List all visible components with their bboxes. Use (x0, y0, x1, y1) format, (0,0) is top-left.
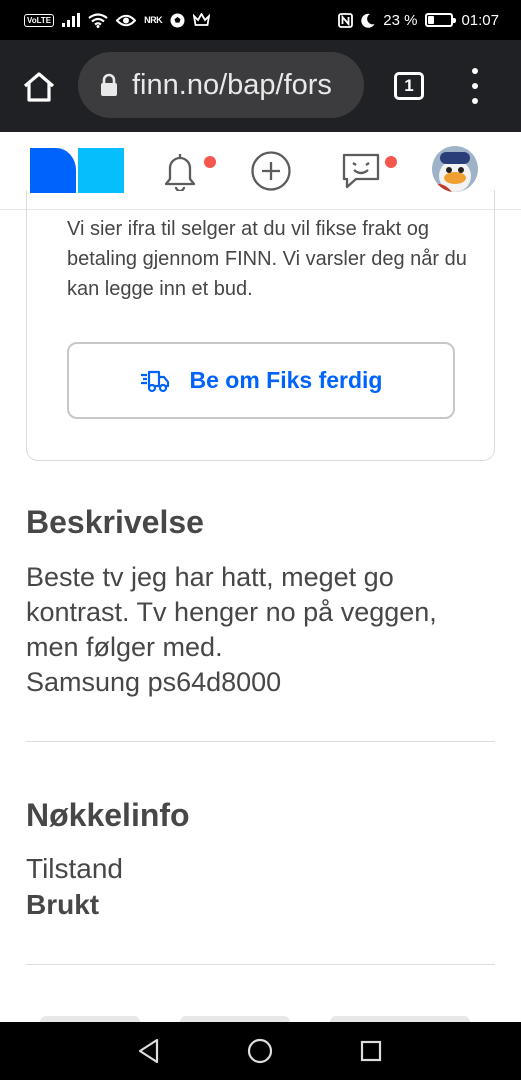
notification-badge-icon (204, 156, 216, 168)
status-left: VoLTE NRK (24, 12, 211, 28)
battery-fill (428, 16, 434, 24)
messages-button[interactable] (338, 148, 384, 194)
browser-menu-button[interactable] (465, 68, 485, 104)
menu-dot (472, 68, 478, 74)
delivery-truck-icon (140, 370, 169, 392)
fiks-ferdig-card: Vi sier ifra til selger at du vil fikse … (26, 190, 495, 461)
home-button[interactable] (18, 66, 60, 108)
clock: 01:07 (461, 11, 499, 29)
signal-icon (62, 13, 81, 27)
new-ad-button[interactable] (248, 148, 294, 194)
condition-value: Brukt (26, 889, 100, 920)
description-text: Beste tv jeg har hatt, meget go kontrast… (26, 560, 496, 700)
moon-icon (361, 13, 375, 28)
key-info-heading: Nøkkelinfo (26, 797, 190, 833)
description-heading: Beskrivelse (26, 504, 204, 540)
battery-icon (425, 13, 457, 27)
battery-percent: 23 % (383, 11, 418, 29)
address-bar[interactable]: finn.no/bap/fors (78, 52, 364, 118)
menu-dot (472, 83, 478, 89)
back-button[interactable] (132, 1034, 166, 1068)
condition-label: Tilstand (26, 853, 124, 884)
message-badge-icon (385, 156, 397, 168)
recents-square-icon (360, 1040, 382, 1062)
menu-dot (472, 98, 478, 104)
status-right: 23 % 01:07 (338, 12, 499, 29)
notifications-button[interactable] (157, 148, 203, 194)
nrk-icon: NRK (144, 15, 163, 25)
fiks-button-label: Be om Fiks ferdig (189, 367, 383, 393)
fiks-info-text: Vi sier ifra til selger at du vil fikse … (67, 218, 467, 300)
crown-icon (193, 13, 211, 26)
volte-icon: VoLTE (24, 13, 55, 27)
avatar[interactable] (432, 146, 478, 192)
bell-icon (164, 154, 196, 191)
url-text: finn.no/bap/fors (132, 68, 332, 101)
system-nav-bar (0, 1022, 521, 1080)
description-line: Beste tv jeg har hatt, meget go (26, 562, 394, 592)
home-icon (23, 72, 55, 102)
tab-switcher-button[interactable]: 1 (394, 72, 424, 100)
home-circle-icon (247, 1038, 273, 1064)
finn-logo[interactable] (30, 148, 124, 193)
wifi-icon (88, 12, 108, 28)
chat-smile-icon (342, 153, 380, 189)
description-line: Samsung ps64d8000 (26, 667, 282, 697)
section-divider (26, 964, 495, 965)
football-icon (170, 13, 185, 27)
home-nav-button[interactable] (243, 1034, 277, 1068)
description-line: men følger med. (26, 632, 223, 662)
plus-circle-icon (251, 151, 291, 191)
section-divider (26, 741, 495, 742)
recents-button[interactable] (354, 1034, 388, 1068)
lock-icon (100, 73, 118, 97)
request-fiks-ferdig-button[interactable]: Be om Fiks ferdig (67, 342, 455, 419)
eye-icon (116, 14, 137, 26)
nfc-icon (338, 12, 354, 28)
description-line: kontrast. Tv henger no på veggen, (26, 597, 437, 627)
status-bar: VoLTE NRK 23 % 01:07 (0, 0, 521, 40)
back-triangle-icon (138, 1038, 159, 1064)
browser-toolbar: finn.no/bap/fors 1 (0, 40, 521, 132)
